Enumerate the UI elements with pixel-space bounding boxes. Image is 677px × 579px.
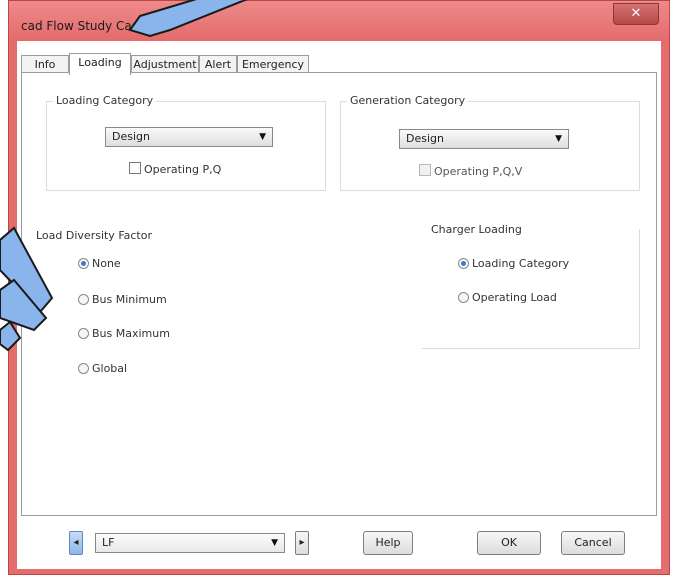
generation-category-legend: Generation Category — [347, 94, 469, 107]
close-button[interactable]: ✕ — [613, 3, 659, 25]
radio-icon — [78, 294, 89, 305]
ok-button[interactable]: OK — [477, 531, 541, 555]
generation-category-group: Generation Category Design ▼ Operating P… — [340, 94, 640, 191]
operating-pq-label: Operating P,Q — [144, 163, 222, 176]
dialog-client: Info Loading Adjustment Alert Emergency … — [17, 41, 661, 569]
checkbox-icon — [419, 164, 431, 176]
radio-loading-category[interactable]: Loading Category — [458, 257, 569, 270]
radio-global-label: Global — [92, 362, 128, 375]
radio-operating-load-label: Operating Load — [472, 291, 557, 304]
radio-bus-maximum[interactable]: Bus Maximum — [78, 327, 170, 340]
checkbox-icon — [129, 162, 141, 174]
operating-pq-checkbox[interactable]: Operating P,Q — [129, 162, 221, 176]
radio-bus-minimum[interactable]: Bus Minimum — [78, 293, 167, 306]
tab-adjustment[interactable]: Adjustment — [131, 55, 199, 73]
chevron-down-icon: ▼ — [555, 134, 562, 144]
config-step-left-button[interactable]: ◂ — [69, 531, 83, 555]
loading-category-legend: Loading Category — [53, 94, 157, 107]
radio-selected-icon — [78, 258, 89, 269]
step-left-icon: ◂ — [73, 537, 79, 548]
radio-bus-minimum-label: Bus Minimum — [92, 293, 167, 306]
loading-tab-panel: Loading Category Design ▼ Operating P,Q … — [21, 72, 657, 516]
help-button[interactable]: Help — [363, 531, 413, 555]
tab-info[interactable]: Info — [21, 55, 69, 73]
chevron-down-icon: ▼ — [259, 132, 266, 142]
charger-loading-legend: Charger Loading — [428, 223, 525, 236]
loading-category-group: Loading Category Design ▼ Operating P,Q — [46, 94, 326, 191]
config-value: LF — [102, 536, 115, 549]
radio-global[interactable]: Global — [78, 362, 127, 375]
window-title: cad Flow Study Case — [21, 19, 146, 33]
radio-operating-load[interactable]: Operating Load — [458, 291, 557, 304]
loading-category-value: Design — [112, 130, 150, 143]
tab-emergency[interactable]: Emergency — [237, 55, 309, 73]
radio-icon — [78, 328, 89, 339]
radio-bus-maximum-label: Bus Maximum — [92, 327, 170, 340]
close-icon: ✕ — [630, 6, 642, 21]
radio-icon — [78, 363, 89, 374]
tab-alert[interactable]: Alert — [199, 55, 237, 73]
operating-pqv-label: Operating P,Q,V — [434, 165, 523, 178]
generation-category-value: Design — [406, 132, 444, 145]
chevron-down-icon: ▼ — [271, 538, 278, 548]
charger-loading-group: Charger Loading Loading Category Operati… — [422, 223, 640, 349]
cancel-button[interactable]: Cancel — [561, 531, 625, 555]
step-right-icon: ▸ — [299, 537, 305, 548]
dialog-window: cad Flow Study Case ✕ Info Loading Adjus… — [8, 0, 670, 575]
operating-pqv-checkbox[interactable]: Operating P,Q,V — [419, 164, 522, 178]
config-step-right-button[interactable]: ▸ — [295, 531, 309, 555]
radio-loading-category-label: Loading Category — [472, 257, 570, 270]
config-select[interactable]: LF ▼ — [95, 533, 285, 553]
title-bar[interactable]: cad Flow Study Case ✕ — [9, 1, 669, 41]
radio-none[interactable]: None — [78, 257, 121, 270]
radio-none-label: None — [92, 257, 121, 270]
radio-icon — [458, 292, 469, 303]
generation-category-select[interactable]: Design ▼ — [399, 129, 569, 149]
radio-selected-icon — [458, 258, 469, 269]
loading-category-select[interactable]: Design ▼ — [105, 127, 273, 147]
load-diversity-legend: Load Diversity Factor — [36, 229, 152, 242]
tab-loading[interactable]: Loading — [69, 53, 131, 75]
